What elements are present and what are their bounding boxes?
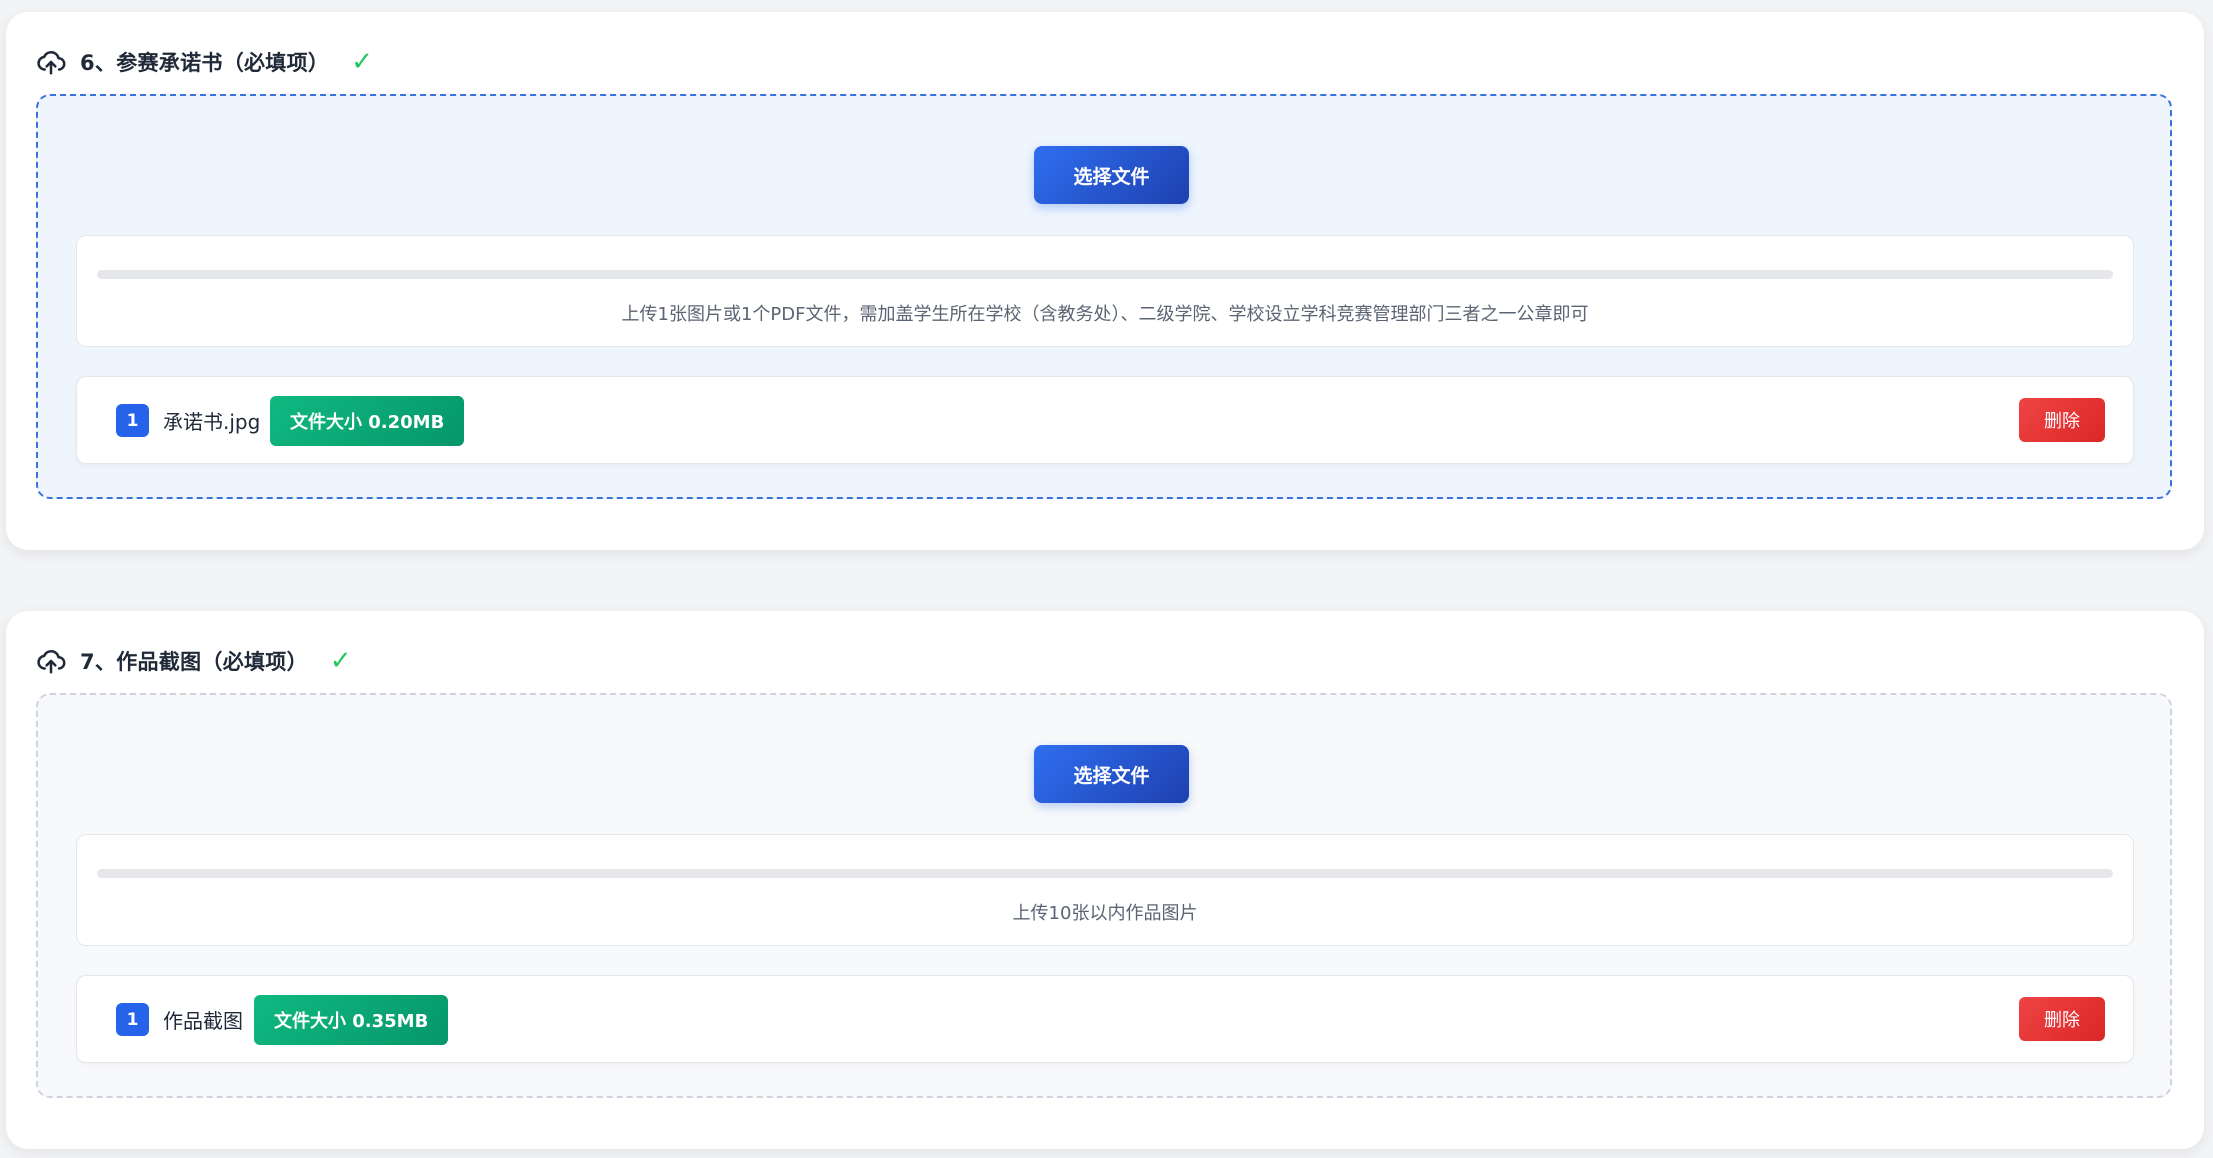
file-name: 作品截图	[163, 1009, 243, 1033]
section-title: 6、参赛承诺书（必填项）	[80, 51, 330, 75]
check-icon: ✓	[351, 47, 374, 77]
upload-section-commitment: 6、参赛承诺书（必填项） ✓ 选择文件 上传1张图片或1个PDF文件，需加盖学生…	[6, 12, 2204, 550]
file-dropzone[interactable]: 选择文件 上传1张图片或1个PDF文件，需加盖学生所在学校（含教务处）、二级学院…	[36, 94, 2172, 499]
section-header: 7、作品截图（必填项） ✓	[36, 641, 352, 681]
choose-file-button[interactable]: 选择文件	[1034, 146, 1189, 204]
check-icon: ✓	[329, 646, 352, 676]
section-header: 6、参赛承诺书（必填项） ✓	[36, 42, 373, 82]
file-name: 承诺书.jpg	[163, 410, 261, 434]
file-size-badge: 文件大小 0.35MB	[254, 995, 449, 1045]
upload-progress-bar	[97, 869, 2113, 878]
file-dropzone[interactable]: 选择文件 上传10张以内作品图片 1 作品截图 文件大小 0.35MB 删除	[36, 693, 2172, 1098]
file-index-badge: 1	[116, 1003, 149, 1036]
upload-info-card: 上传1张图片或1个PDF文件，需加盖学生所在学校（含教务处）、二级学院、学校设立…	[76, 235, 2134, 347]
upload-hint: 上传1张图片或1个PDF文件，需加盖学生所在学校（含教务处）、二级学院、学校设立…	[621, 304, 1589, 325]
upload-progress-bar	[97, 270, 2113, 279]
cloud-upload-icon	[37, 50, 66, 75]
file-index-badge: 1	[116, 404, 149, 437]
upload-info-card: 上传10张以内作品图片	[76, 834, 2134, 946]
choose-file-button[interactable]: 选择文件	[1034, 745, 1189, 803]
section-title: 7、作品截图（必填项）	[80, 650, 308, 674]
delete-file-button[interactable]: 删除	[2019, 997, 2105, 1041]
cloud-upload-icon	[37, 649, 66, 674]
file-list-item: 1 承诺书.jpg 文件大小 0.20MB 删除	[76, 376, 2134, 464]
upload-hint: 上传10张以内作品图片	[1012, 903, 1198, 924]
file-size-badge: 文件大小 0.20MB	[270, 396, 465, 446]
file-list-item: 1 作品截图 文件大小 0.35MB 删除	[76, 975, 2134, 1063]
upload-section-screenshots: 7、作品截图（必填项） ✓ 选择文件 上传10张以内作品图片 1 作品截图 文件…	[6, 611, 2204, 1149]
delete-file-button[interactable]: 删除	[2019, 398, 2105, 442]
